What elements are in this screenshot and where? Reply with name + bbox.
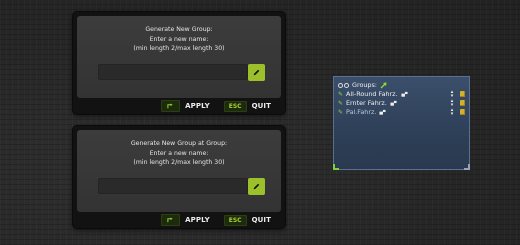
- pencil-icon[interactable]: ✎: [338, 100, 345, 107]
- apply-icon-button[interactable]: [161, 214, 181, 226]
- expand-arrow-icon[interactable]: [380, 82, 388, 89]
- header-controls: [338, 82, 349, 88]
- quit-button[interactable]: QUIT: [252, 216, 271, 224]
- item-actions: ▴ ▾: [449, 99, 465, 108]
- group-item[interactable]: ✎ Pal.Fahrz. ▴ ▾: [338, 108, 465, 117]
- apply-arrow-icon: [167, 102, 173, 108]
- apply-button[interactable]: APPLY: [185, 102, 210, 110]
- dialog-footer: APPLY ESC QUIT: [73, 212, 285, 228]
- item-actions: ▴ ▾: [449, 90, 465, 99]
- new-group-at-group-dialog: Generate New Group at Group: Enter a new…: [73, 126, 285, 228]
- groups-header: Groups:: [338, 81, 465, 89]
- pencil-icon: [253, 183, 260, 190]
- dialog-message: Generate New Group at Group: Enter a new…: [77, 139, 281, 168]
- group-item-label: All-Round Fahrz.: [346, 90, 398, 98]
- apply-button[interactable]: APPLY: [185, 216, 210, 224]
- dialog-title: Generate New Group:: [145, 26, 213, 33]
- refresh-icon[interactable]: [344, 82, 349, 88]
- pencil-icon: [253, 69, 260, 76]
- group-name-input[interactable]: [98, 64, 248, 80]
- esc-key-badge[interactable]: ESC: [223, 100, 247, 112]
- dialog-body: Generate New Group at Group: Enter a new…: [77, 130, 281, 212]
- group-item[interactable]: ✎ All-Round Fahrz. ▴ ▾: [338, 90, 465, 99]
- dialog-message: Generate New Group: Enter a new name: (m…: [77, 25, 281, 54]
- group-item-label: Pal.Fahrz.: [346, 108, 377, 116]
- dialog-constraint: (min length 2/max length 30): [133, 159, 225, 166]
- groups-panel: Groups: ✎ All-Round Fahrz. ▴ ▾ ✎ Ernter F…: [333, 76, 470, 170]
- apply-icon-button[interactable]: [161, 100, 181, 112]
- groups-header-label: Groups:: [352, 81, 377, 89]
- quit-button[interactable]: QUIT: [252, 102, 271, 110]
- item-actions: ▴ ▾: [449, 108, 465, 117]
- fuel-can-icon[interactable]: [460, 100, 465, 106]
- edit-name-button[interactable]: [248, 64, 265, 81]
- up-down-arrows-icon[interactable]: ▴ ▾: [449, 99, 455, 108]
- vehicle-icon: [401, 91, 408, 97]
- vehicle-icon: [390, 100, 397, 106]
- up-down-arrows-icon[interactable]: ▴ ▾: [449, 90, 455, 99]
- dialog-body: Generate New Group: Enter a new name: (m…: [77, 16, 281, 98]
- pencil-icon[interactable]: ✎: [338, 91, 345, 98]
- new-group-dialog: Generate New Group: Enter a new name: (m…: [73, 12, 285, 114]
- resize-corner-right[interactable]: [464, 164, 470, 170]
- collapse-icon[interactable]: [338, 82, 343, 88]
- dialog-footer: APPLY ESC QUIT: [73, 98, 285, 114]
- group-name-input[interactable]: [98, 178, 248, 194]
- dialog-prompt: Enter a new name:: [149, 35, 209, 43]
- fuel-can-icon[interactable]: [460, 91, 465, 97]
- resize-corner-left[interactable]: [333, 164, 339, 170]
- up-down-arrows-icon[interactable]: ▴ ▾: [449, 108, 455, 117]
- dialog-title: Generate New Group at Group:: [130, 140, 228, 147]
- edit-name-button[interactable]: [248, 178, 265, 195]
- vehicle-icon: [379, 109, 386, 115]
- dialog-prompt: Enter a new name:: [149, 149, 209, 157]
- fuel-can-icon[interactable]: [460, 109, 465, 115]
- esc-key-badge[interactable]: ESC: [223, 214, 247, 226]
- pencil-icon[interactable]: ✎: [338, 109, 345, 116]
- apply-arrow-icon: [167, 216, 173, 222]
- dialog-constraint: (min length 2/max length 30): [133, 45, 225, 52]
- group-item[interactable]: ✎ Ernter Fahrz. ▴ ▾: [338, 99, 465, 108]
- group-item-label: Ernter Fahrz.: [346, 99, 387, 107]
